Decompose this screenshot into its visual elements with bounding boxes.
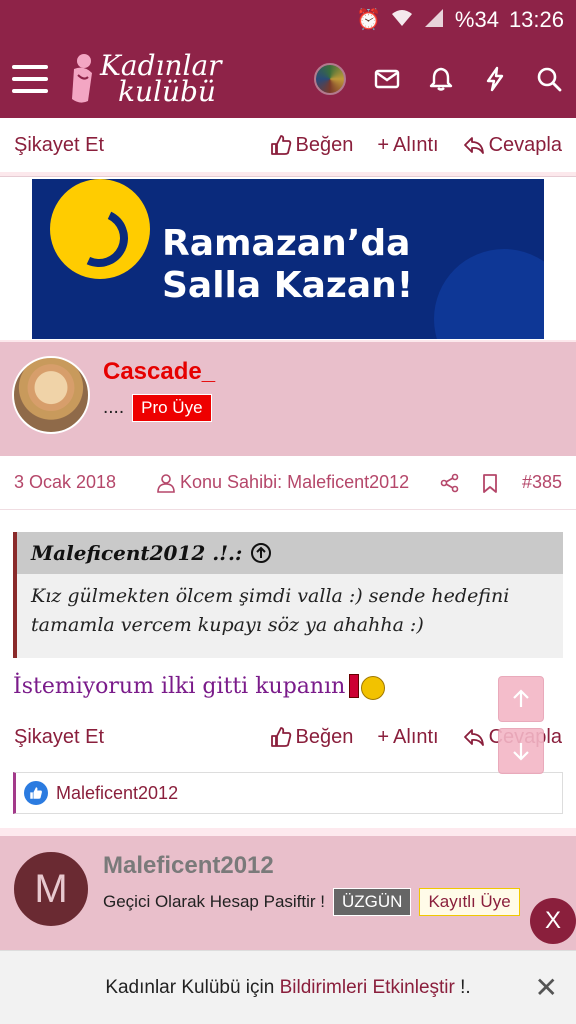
search-icon[interactable]	[536, 66, 562, 92]
scroll-down-button[interactable]	[498, 728, 544, 774]
quote-button[interactable]: + Alıntı	[377, 134, 438, 157]
site-header: Kadınlar kulübü	[0, 40, 576, 118]
thumbs-up-icon	[270, 135, 291, 155]
next-post-author-block: M Maleficent2012 Geçici Olarak Hesap Pas…	[0, 836, 576, 950]
post-message: İstemiyorum ilki gitti kupanın	[13, 670, 395, 702]
quote-header[interactable]: Maleficent2012 .!.:	[17, 532, 563, 574]
plus-icon: +	[377, 725, 390, 748]
clock: 13:26	[508, 7, 564, 32]
plus-icon: +	[377, 133, 390, 156]
arrow-down-icon	[513, 743, 529, 761]
battery-percent: %34	[454, 7, 499, 32]
user-avatar[interactable]	[314, 63, 346, 95]
status-bar: ⏰ %34 13:26	[0, 0, 576, 40]
site-logo[interactable]: Kadınlar kulübü	[68, 51, 222, 107]
notification-suffix: !.	[454, 976, 471, 998]
turkcell-logo-icon	[50, 179, 150, 279]
like-button[interactable]: Beğen	[270, 134, 353, 157]
report-button[interactable]: Şikayet Et	[14, 726, 104, 749]
author-badge: Pro Üye	[132, 394, 212, 422]
user-icon	[157, 473, 175, 493]
alarm-icon: ⏰	[355, 9, 381, 31]
notification-text: Kadınlar Kulübü için	[105, 976, 280, 998]
arrow-up-icon	[513, 689, 529, 707]
reply-icon	[463, 729, 484, 746]
reply-button[interactable]: Cevapla	[463, 134, 562, 157]
share-icon[interactable]	[440, 473, 460, 493]
logo-text: Kadınlar kulübü	[100, 49, 222, 108]
lightning-icon[interactable]	[482, 66, 508, 92]
ad-text: Ramazan’da Salla Kazan!	[162, 223, 414, 306]
reply-icon	[463, 137, 484, 154]
post-body: Maleficent2012 .!.: Kız gülmekten ölcem …	[0, 510, 576, 722]
like-button[interactable]: Beğen	[270, 726, 353, 749]
ad-container: Ramazan’da Salla Kazan!	[0, 176, 576, 340]
post-date[interactable]: 3 Ocak 2018	[14, 472, 116, 493]
liked-by-user[interactable]: Maleficent2012	[56, 783, 178, 804]
notification-prompt: Kadınlar Kulübü için Bildirimleri Etkinl…	[0, 950, 576, 1024]
close-ad-button[interactable]: X	[530, 898, 576, 944]
quote-block: Maleficent2012 .!.: Kız gülmekten ölcem …	[13, 532, 563, 658]
like-badge-icon	[24, 781, 48, 805]
next-author-badge-mood: ÜZGÜN	[333, 888, 412, 916]
next-author-name[interactable]: Maleficent2012	[103, 852, 274, 880]
scroll-up-button[interactable]	[498, 676, 544, 722]
author-status: ....	[103, 397, 125, 418]
ad-banner[interactable]: Ramazan’da Salla Kazan!	[32, 179, 544, 339]
next-author-avatar[interactable]: M	[12, 850, 90, 928]
logo-woman-icon	[72, 54, 92, 103]
author-name[interactable]: Cascade_	[103, 358, 215, 386]
arrow-up-circle-icon[interactable]	[250, 542, 272, 564]
thumbs-up-icon	[270, 727, 291, 747]
report-button[interactable]: Şikayet Et	[14, 134, 104, 157]
enable-notifications-link[interactable]: Bildirimleri Etkinleştir	[280, 977, 455, 998]
next-author-badge-member: Kayıtlı Üye	[419, 888, 520, 916]
likes-bar[interactable]: Maleficent2012	[13, 772, 563, 814]
post-meta: 3 Ocak 2018 Konu Sahibi: Maleficent2012 …	[0, 456, 576, 510]
post-actions-top: Şikayet Et Beğen + Alıntı Cevapla	[0, 118, 576, 172]
bookmark-icon[interactable]	[480, 473, 500, 493]
post-author-block: Cascade_ .... Pro Üye	[0, 342, 576, 456]
emoji-icon	[349, 670, 395, 702]
envelope-icon[interactable]	[374, 66, 400, 92]
quote-text: Kız gülmekten ölcem şimdi valla :) sende…	[31, 585, 510, 636]
signal-icon	[423, 8, 445, 32]
menu-icon[interactable]	[12, 65, 48, 93]
next-author-status: Geçici Olarak Hesap Pasiftir !	[103, 892, 326, 911]
wifi-icon	[391, 8, 413, 32]
post-number[interactable]: #385	[522, 472, 562, 493]
likes-section: Maleficent2012	[0, 760, 576, 828]
author-avatar[interactable]	[12, 356, 90, 434]
bell-icon[interactable]	[428, 66, 454, 92]
post-actions-bottom: Şikayet Et Beğen + Alıntı Cevapla	[0, 710, 576, 764]
close-icon[interactable]: ✕	[535, 971, 558, 1004]
thread-owner: Konu Sahibi: Maleficent2012	[156, 472, 409, 493]
quote-button[interactable]: + Alıntı	[377, 726, 438, 749]
quote-author: Maleficent2012 .!.:	[31, 541, 243, 565]
